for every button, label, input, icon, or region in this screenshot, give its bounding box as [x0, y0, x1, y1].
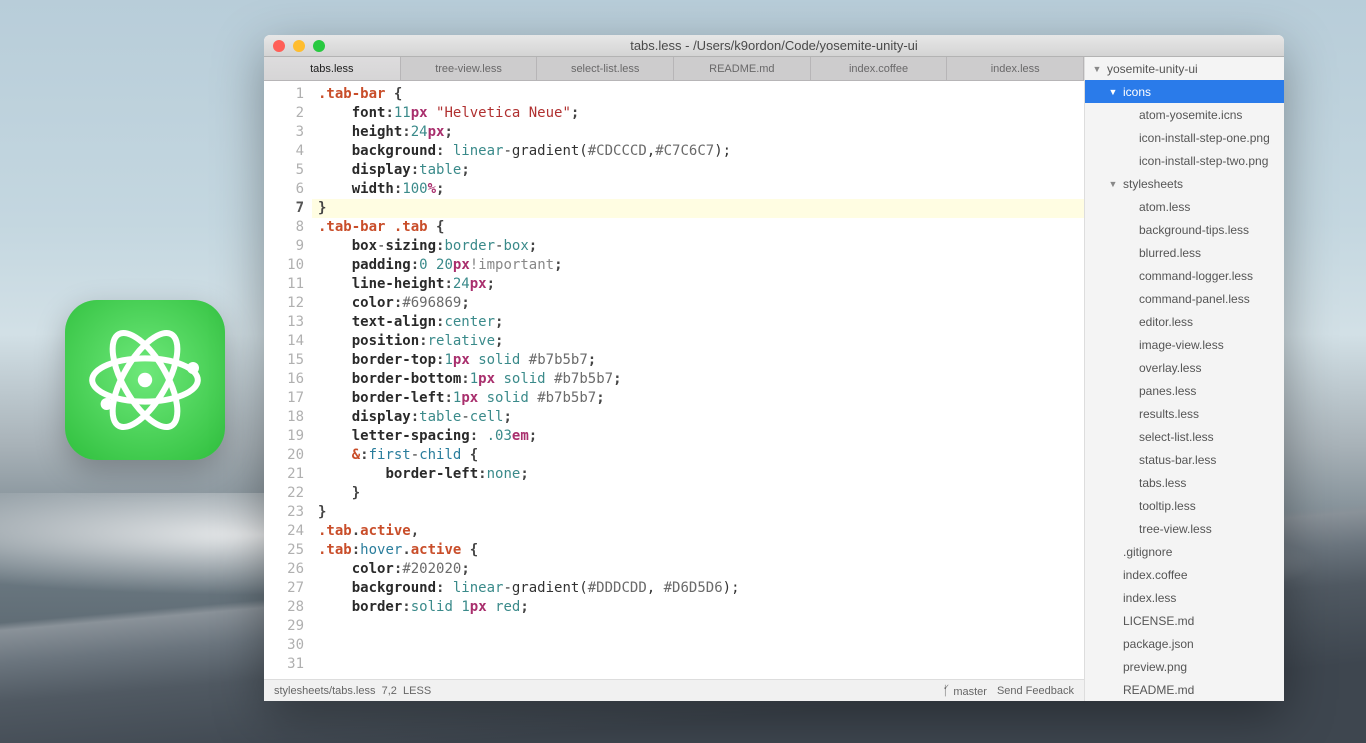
disclosure-triangle-icon[interactable]: ▼	[1107, 179, 1119, 189]
editor-window: tabs.less - /Users/k9ordon/Code/yosemite…	[264, 35, 1284, 701]
tab-bar: tabs.lesstree-view.lessselect-list.lessR…	[264, 57, 1084, 81]
tree-item-label: atom-yosemite.icns	[1135, 108, 1242, 122]
tree-view[interactable]: ▼yosemite-unity-ui▼iconsatom-yosemite.ic…	[1084, 57, 1284, 701]
status-cursor[interactable]: 7,2	[382, 685, 397, 697]
tree-item-label: results.less	[1135, 407, 1199, 421]
tree-item-label: .gitignore	[1119, 545, 1172, 559]
tree-item-background-tips-less[interactable]: background-tips.less	[1085, 218, 1284, 241]
code-content[interactable]: .tab-bar { font:11px "Helvetica Neue"; h…	[312, 81, 1084, 679]
tree-item-label: package.json	[1119, 637, 1194, 651]
tree-item-image-view-less[interactable]: image-view.less	[1085, 333, 1284, 356]
tree-item-label: icon-install-step-one.png	[1135, 131, 1270, 145]
tab-README-md[interactable]: README.md	[674, 57, 811, 80]
tree-item-label: index.less	[1119, 591, 1176, 605]
tree-item-command-logger-less[interactable]: command-logger.less	[1085, 264, 1284, 287]
tree-item-label: background-tips.less	[1135, 223, 1249, 237]
disclosure-triangle-icon[interactable]: ▼	[1091, 64, 1103, 74]
tab-index-less[interactable]: index.less	[947, 57, 1084, 80]
tree-item-command-panel-less[interactable]: command-panel.less	[1085, 287, 1284, 310]
tree-item-label: command-panel.less	[1135, 292, 1250, 306]
atom-logo-icon	[85, 320, 205, 440]
tree-item-label: LICENSE.md	[1119, 614, 1194, 628]
tree-item-atom-less[interactable]: atom.less	[1085, 195, 1284, 218]
zoom-button[interactable]	[313, 40, 325, 52]
tree-item-status-bar-less[interactable]: status-bar.less	[1085, 448, 1284, 471]
minimize-button[interactable]	[293, 40, 305, 52]
tree-item-label: command-logger.less	[1135, 269, 1253, 283]
tab-tabs-less[interactable]: tabs.less	[264, 57, 401, 80]
tree-item-preview-png[interactable]: preview.png	[1085, 655, 1284, 678]
tree-item-label: preview.png	[1119, 660, 1187, 674]
tree-item-overlay-less[interactable]: overlay.less	[1085, 356, 1284, 379]
tree-item-select-list-less[interactable]: select-list.less	[1085, 425, 1284, 448]
tree-item-LICENSE-md[interactable]: LICENSE.md	[1085, 609, 1284, 632]
tree-item-label: yosemite-unity-ui	[1103, 62, 1198, 76]
window-titlebar[interactable]: tabs.less - /Users/k9ordon/Code/yosemite…	[264, 35, 1284, 57]
tree-item-README-md[interactable]: README.md	[1085, 678, 1284, 701]
tree-item-tooltip-less[interactable]: tooltip.less	[1085, 494, 1284, 517]
code-editor[interactable]: 1 2 3 4 5 6 7 8 9 10 11 12 13 14 15 16 1…	[264, 81, 1084, 679]
tree-item-label: panes.less	[1135, 384, 1196, 398]
tree-item-label: tooltip.less	[1135, 499, 1196, 513]
tree-item-label: atom.less	[1135, 200, 1190, 214]
close-button[interactable]	[273, 40, 285, 52]
tree-item-blurred-less[interactable]: blurred.less	[1085, 241, 1284, 264]
atom-app-icon[interactable]	[65, 300, 225, 460]
window-title: tabs.less - /Users/k9ordon/Code/yosemite…	[630, 38, 918, 53]
tree-item-yosemite-unity-ui[interactable]: ▼yosemite-unity-ui	[1085, 57, 1284, 80]
tree-item-atom-yosemite-icns[interactable]: atom-yosemite.icns	[1085, 103, 1284, 126]
line-gutter[interactable]: 1 2 3 4 5 6 7 8 9 10 11 12 13 14 15 16 1…	[264, 81, 312, 679]
tab-select-list-less[interactable]: select-list.less	[537, 57, 674, 80]
tree-item-label: index.coffee	[1119, 568, 1188, 582]
status-bar: stylesheets/tabs.less 7,2 LESS ᚶmaster S…	[264, 679, 1084, 701]
tree-item-label: overlay.less	[1135, 361, 1201, 375]
branch-icon: ᚶ	[943, 683, 951, 698]
tree-item-label: tree-view.less	[1135, 522, 1212, 536]
status-path[interactable]: stylesheets/tabs.less	[274, 685, 376, 697]
git-branch[interactable]: ᚶmaster	[943, 683, 987, 698]
tree-item-tree-view-less[interactable]: tree-view.less	[1085, 517, 1284, 540]
tree-item--gitignore[interactable]: .gitignore	[1085, 540, 1284, 563]
tab-index-coffee[interactable]: index.coffee	[811, 57, 948, 80]
disclosure-triangle-icon[interactable]: ▼	[1107, 87, 1119, 97]
tree-item-index-less[interactable]: index.less	[1085, 586, 1284, 609]
tree-item-stylesheets[interactable]: ▼stylesheets	[1085, 172, 1284, 195]
editor-pane: tabs.lesstree-view.lessselect-list.lessR…	[264, 57, 1084, 701]
tree-item-editor-less[interactable]: editor.less	[1085, 310, 1284, 333]
tab-tree-view-less[interactable]: tree-view.less	[401, 57, 538, 80]
tree-item-label: stylesheets	[1119, 177, 1183, 191]
tree-item-index-coffee[interactable]: index.coffee	[1085, 563, 1284, 586]
tree-item-label: image-view.less	[1135, 338, 1224, 352]
tree-item-label: blurred.less	[1135, 246, 1201, 260]
tree-item-label: select-list.less	[1135, 430, 1214, 444]
tree-item-label: icons	[1119, 85, 1151, 99]
tree-item-label: tabs.less	[1135, 476, 1186, 490]
tree-item-label: editor.less	[1135, 315, 1193, 329]
tree-item-panes-less[interactable]: panes.less	[1085, 379, 1284, 402]
tree-item-label: status-bar.less	[1135, 453, 1216, 467]
tree-item-label: icon-install-step-two.png	[1135, 154, 1268, 168]
tree-item-icons[interactable]: ▼icons	[1085, 80, 1284, 103]
tree-item-package-json[interactable]: package.json	[1085, 632, 1284, 655]
tree-item-tabs-less[interactable]: tabs.less	[1085, 471, 1284, 494]
traffic-lights	[264, 40, 325, 52]
tree-item-icon-install-step-one-png[interactable]: icon-install-step-one.png	[1085, 126, 1284, 149]
status-grammar[interactable]: LESS	[403, 685, 431, 697]
send-feedback-link[interactable]: Send Feedback	[997, 685, 1074, 697]
tree-item-label: README.md	[1119, 683, 1194, 697]
tree-item-icon-install-step-two-png[interactable]: icon-install-step-two.png	[1085, 149, 1284, 172]
tree-item-results-less[interactable]: results.less	[1085, 402, 1284, 425]
